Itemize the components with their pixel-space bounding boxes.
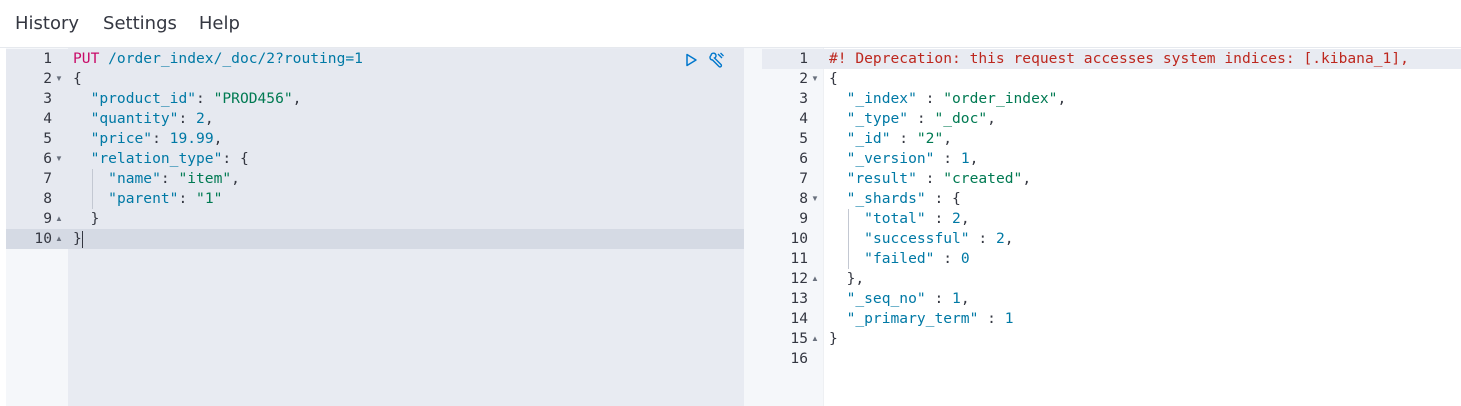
- request-line-number: 8: [43, 190, 52, 207]
- fold-close-icon[interactable]: ▲: [54, 229, 64, 249]
- request-line-number: 1: [43, 50, 52, 67]
- request-line-number: 4: [43, 110, 52, 127]
- response-line-number: 16: [790, 350, 808, 367]
- response-line-number: 8: [799, 190, 808, 207]
- response-line-number: 14: [790, 310, 808, 327]
- response-line-number: 4: [799, 110, 808, 127]
- response-line-8[interactable]: "_shards" : {: [829, 189, 961, 209]
- fold-open-icon[interactable]: ▼: [54, 69, 64, 89]
- response-line-15[interactable]: }: [829, 329, 838, 349]
- request-line-number: 3: [43, 90, 52, 107]
- request-line-3[interactable]: "product_id": "PROD456",: [73, 89, 302, 109]
- response-line-5[interactable]: "_id" : "2",: [829, 129, 952, 149]
- response-line-1[interactable]: #! Deprecation: this request accesses sy…: [829, 49, 1409, 69]
- response-line-12[interactable]: },: [829, 269, 865, 289]
- request-line-6[interactable]: "relation_type": {: [73, 149, 249, 169]
- request-line-number: 10: [34, 230, 52, 247]
- response-line-number: 11: [790, 250, 808, 267]
- response-line-11[interactable]: "failed" : 0: [829, 249, 969, 269]
- console-workspace: 1 2 ▼ 3 4 5 6 ▼ 7 8 9 ▲ 10 ▲ PUT /order_index/_doc/2?…: [0, 48, 1461, 406]
- menu-settings[interactable]: Settings: [103, 13, 177, 34]
- response-line-6[interactable]: "_version" : 1,: [829, 149, 979, 169]
- response-line-4[interactable]: "_type" : "_doc",: [829, 109, 996, 129]
- response-viewer[interactable]: 1 2 ▼ 3 4 5 6 7 8 ▼ 9 10 11 12 ▲ 13 14 15 ▲ 16 #! Deprecati…: [762, 48, 1461, 406]
- response-line-14[interactable]: "_primary_term" : 1: [829, 309, 1014, 329]
- indent-guide: [848, 209, 849, 269]
- request-line-number: 7: [43, 170, 52, 187]
- request-actions: [682, 51, 726, 69]
- play-icon: [686, 53, 697, 67]
- response-line-13[interactable]: "_seq_no" : 1,: [829, 289, 970, 309]
- send-request-button[interactable]: [682, 51, 700, 69]
- response-line-number: 13: [790, 290, 808, 307]
- request-line-5[interactable]: "price": 19.99,: [73, 129, 223, 149]
- active-line-highlight: [6, 229, 744, 249]
- fold-close-icon[interactable]: ▲: [810, 329, 820, 349]
- request-line-4[interactable]: "quantity": 2,: [73, 109, 214, 129]
- request-line-number: 2: [43, 70, 52, 87]
- request-line-1[interactable]: PUT /order_index/_doc/2?routing=1: [73, 49, 363, 69]
- response-line-2[interactable]: {: [829, 69, 838, 89]
- indent-guide: [92, 169, 93, 209]
- request-line-9[interactable]: }: [73, 209, 100, 229]
- request-line-number: 6: [43, 150, 52, 167]
- request-method: PUT: [73, 50, 100, 67]
- response-line-number: 5: [799, 130, 808, 147]
- fold-close-icon[interactable]: ▲: [54, 209, 64, 229]
- wrench-icon: [709, 52, 724, 68]
- response-line-9[interactable]: "total" : 2,: [829, 209, 969, 229]
- request-line-numbers: 1 2 ▼ 3 4 5 6 ▼ 7 8 9 ▲ 10 ▲: [6, 48, 68, 406]
- response-line-number: 3: [799, 90, 808, 107]
- deprecation-warning: #! Deprecation: this request accesses sy…: [829, 50, 1409, 67]
- text-cursor: [82, 231, 83, 248]
- menu-help[interactable]: Help: [199, 13, 240, 34]
- response-line-number: 12: [790, 270, 808, 287]
- request-editor[interactable]: 1 2 ▼ 3 4 5 6 ▼ 7 8 9 ▲ 10 ▲ PUT /order_index/_doc/2?…: [6, 48, 744, 406]
- response-line-number: 2: [799, 70, 808, 87]
- menu-bar: History Settings Help: [0, 0, 1461, 48]
- request-path: /order_index/_doc/2?routing=1: [99, 50, 363, 67]
- menu-history[interactable]: History: [15, 13, 79, 34]
- response-line-number: 1: [799, 50, 808, 67]
- response-line-number: 7: [799, 170, 808, 187]
- fold-open-icon[interactable]: ▼: [810, 189, 820, 209]
- fold-open-icon[interactable]: ▼: [54, 149, 64, 169]
- response-line-3[interactable]: "_index" : "order_index",: [829, 89, 1067, 109]
- request-line-number: 5: [43, 130, 52, 147]
- response-line-number: 6: [799, 150, 808, 167]
- pane-resizer[interactable]: [744, 48, 762, 406]
- fold-open-icon[interactable]: ▼: [810, 69, 820, 89]
- settings-wrench-button[interactable]: [708, 51, 726, 69]
- request-line-10[interactable]: }: [73, 229, 82, 249]
- request-line-8[interactable]: "parent": "1": [73, 189, 222, 209]
- response-line-7[interactable]: "result" : "created",: [829, 169, 1032, 189]
- response-line-number: 9: [799, 210, 808, 227]
- response-line-number: 10: [790, 230, 808, 247]
- response-line-10[interactable]: "successful" : 2,: [829, 229, 1013, 249]
- request-line-2[interactable]: {: [73, 69, 82, 89]
- request-line-number: 9: [43, 210, 52, 227]
- fold-close-icon[interactable]: ▲: [810, 269, 820, 289]
- response-line-number: 15: [790, 330, 808, 347]
- response-line-numbers: 1 2 ▼ 3 4 5 6 7 8 ▼ 9 10 11 12 ▲ 13 14 15 ▲ 16: [762, 48, 823, 406]
- request-line-7[interactable]: "name": "item",: [73, 169, 240, 189]
